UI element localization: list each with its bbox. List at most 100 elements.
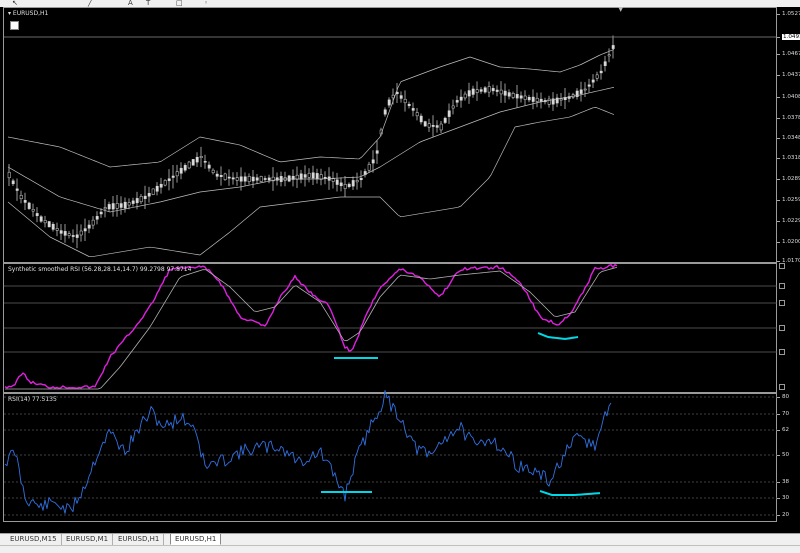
price-label: 1.05270 [782,11,800,17]
upper-band-line [7,49,615,168]
cursor-icon[interactable]: ↖ [12,0,18,7]
tab-eurusd-m1[interactable]: EURUSD,M1 [62,534,114,545]
price-candle [35,213,39,217]
price-candle [123,201,127,209]
shapes-tool-icon[interactable]: □ [176,0,183,7]
price-candle [203,161,207,163]
price-candle [107,204,111,210]
price-candle [31,208,35,212]
price-tick [777,97,780,98]
price-candle [383,109,387,115]
tab-eurusd-h1-active[interactable]: EURUSD,H1 [170,534,222,545]
rsi-tick [777,430,780,431]
price-candle [139,195,143,203]
text-tool-icon[interactable]: A [128,0,133,7]
price-candle [267,177,271,181]
price-candle [527,96,531,101]
price-candle [415,112,419,117]
price-tick [777,221,780,222]
price-candle [579,89,583,94]
price-candle [231,177,235,180]
price-candle [15,188,19,191]
price-candle [459,96,463,101]
price-candle [71,235,75,237]
price-candle [219,175,223,177]
price-candle [143,195,147,199]
price-label: 1.03780 [782,115,800,121]
rsi-line [4,389,612,514]
price-candle [99,211,103,215]
ssrsi-level-marker-icon [779,283,785,289]
price-candle [599,70,603,74]
price-candle [111,203,115,210]
price-candle [367,164,371,171]
rsi-level-label: 30 [782,495,790,501]
rsi-tick [777,482,780,483]
price-candle [127,202,131,206]
price-candle [175,171,179,177]
price-candle [171,175,175,178]
price-candle [331,178,335,182]
tab-eurusd-m15[interactable]: EURUSD,M15 [6,534,62,545]
price-candle [207,164,211,169]
rsi-level-label: 38 [782,479,790,485]
price-candle [7,171,11,179]
price-candle [199,156,203,158]
price-candle [611,45,615,49]
price-candle [63,231,67,236]
price-candle [343,184,347,189]
price-candle [399,95,403,99]
ssrsi-highlight-right [537,332,579,340]
chart-window[interactable]: ▾ EURUSD,H1 ▼ 1.05270 1.04916 1.04675 1.043… [0,7,800,522]
ssrsi-level-marker-icon [779,325,785,331]
price-candle [211,169,215,173]
price-candle [103,207,107,210]
rsi-highlight-right [539,490,601,496]
price-candle [519,95,523,99]
price-candle [239,176,243,182]
line-tool-icon[interactable]: ╱ [88,0,92,7]
price-candle [435,125,439,128]
price-candle [479,89,483,92]
price-candle [511,93,515,98]
price-candle [179,167,183,174]
price-candle [423,121,427,127]
price-label: 1.03485 [782,135,800,141]
shift-marker-icon[interactable]: ▼ [618,7,623,13]
price-candle [163,180,167,186]
price-candle [299,173,303,180]
price-candle [227,176,231,179]
rsi-level-label: 80 [782,394,790,400]
price-candle [491,88,495,92]
price-candle [403,98,407,104]
price-candle [155,185,159,192]
price-tick [777,138,780,139]
price-candle [311,172,315,179]
label-tool-icon[interactable]: T [146,0,150,7]
rsi-tick [777,414,780,415]
price-candle [443,117,447,123]
price-candle [467,90,471,97]
price-label: 1.04675 [782,51,800,57]
price-candle [475,89,479,93]
ssrsi-level-marker-icon [779,263,785,269]
price-candle [95,216,99,220]
price-candle [147,193,151,197]
price-tick [777,75,780,76]
arrow-tool-icon[interactable]: ◦ [204,0,208,7]
price-candle [587,84,591,87]
one-click-trading-icon[interactable] [10,21,19,30]
price-candle [215,173,219,177]
price-candle [515,94,519,99]
price-candle [583,88,587,91]
price-candle [91,219,95,226]
price-candle [183,165,187,171]
price-candle [431,125,435,127]
price-candle [287,175,291,182]
price-candle [119,203,123,208]
price-candle [347,183,351,187]
price-candle [531,96,535,102]
current-price-label: 1.04916 [782,34,800,40]
tab-eurusd-h1[interactable]: EURUSD,H1 [114,534,165,545]
price-candle [67,233,71,236]
